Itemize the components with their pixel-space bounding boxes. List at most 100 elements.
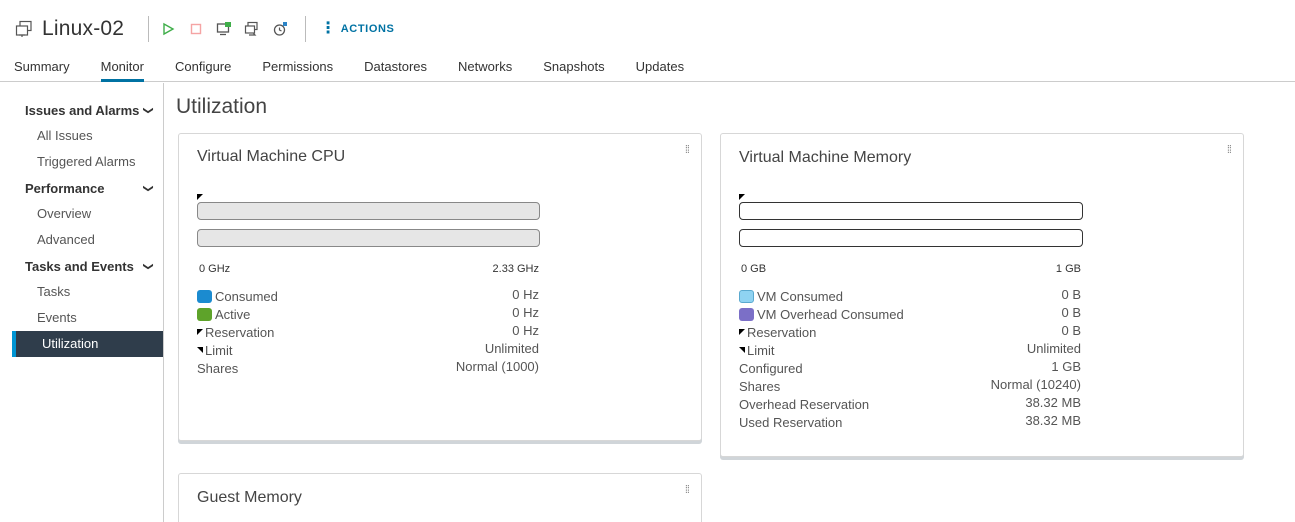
- cpu-card: Virtual Machine CPU ⁞⁞ 0 GHz 2.33 GHz Co…: [178, 133, 702, 441]
- divider: [148, 16, 150, 42]
- drag-handle-icon[interactable]: ⁞⁞: [685, 485, 690, 496]
- row-value: Unlimited: [484, 341, 539, 356]
- reservation-flag-icon: [739, 329, 745, 335]
- legend-row-active: Active 0 Hz: [197, 305, 539, 323]
- row-label: VM Consumed: [757, 288, 843, 304]
- row-value: 1 GB: [1051, 359, 1081, 374]
- row-label: Reservation: [747, 324, 817, 340]
- legend-row-vm-consumed: VM Consumed 0 B: [739, 287, 1081, 305]
- row-label: VM Overhead Consumed: [757, 306, 904, 322]
- chevron-down-icon: ❯: [142, 105, 154, 115]
- vm-icon: [14, 19, 34, 39]
- actions-menu-button[interactable]: ⋮ ACTIONS: [320, 21, 394, 37]
- consumed-swatch-icon: [197, 289, 212, 303]
- axis-min-label: 0 GHz: [199, 263, 231, 275]
- cpu-reservation-bar: [197, 229, 540, 247]
- divider: [305, 16, 307, 42]
- row-value: Unlimited: [1026, 341, 1081, 356]
- sidebar-item-events[interactable]: Events: [0, 305, 163, 331]
- monitor-sidebar: Issues and Alarms ❯ All Issues Triggered…: [0, 83, 164, 522]
- memory-usage-bar: [739, 202, 1083, 220]
- legend-row-overhead-reservation: Overhead Reservation 38.32 MB: [739, 395, 1081, 413]
- row-label: Limit: [205, 342, 233, 358]
- row-label: Shares: [739, 378, 781, 394]
- sidebar-group-tasks-and-events[interactable]: Tasks and Events ❯: [0, 253, 163, 279]
- tab-snapshots[interactable]: Snapshots: [543, 57, 604, 82]
- legend-row-reservation: Reservation 0 B: [739, 323, 1081, 341]
- tab-monitor[interactable]: Monitor: [100, 57, 145, 82]
- tab-networks[interactable]: Networks: [458, 57, 512, 82]
- object-header: Linux-02 ⋮ ACTIONS Summary Monitor Confi…: [0, 0, 1295, 82]
- row-label: Limit: [747, 342, 775, 358]
- tab-configure[interactable]: Configure: [175, 57, 231, 82]
- vm-name: Linux-02: [42, 17, 125, 40]
- legend-row-limit: Limit Unlimited: [197, 341, 539, 359]
- tab-bar: Summary Monitor Configure Permissions Da…: [14, 57, 715, 82]
- chevron-down-icon: ❯: [142, 183, 154, 193]
- power-off-icon[interactable]: [185, 18, 207, 40]
- row-label: Consumed: [215, 288, 278, 304]
- axis-max-label: 1 GB: [1055, 263, 1081, 275]
- sidebar-item-overview[interactable]: Overview: [0, 201, 163, 227]
- reservation-marker-icon: [739, 194, 745, 200]
- row-label: Overhead Reservation: [739, 396, 870, 412]
- guest-memory-card: Guest Memory ⁞⁞: [178, 473, 702, 522]
- migrate-icon[interactable]: [241, 18, 263, 40]
- row-value: 0 Hz: [512, 287, 539, 302]
- row-value: 0 B: [1061, 305, 1081, 320]
- sidebar-item-advanced[interactable]: Advanced: [0, 227, 163, 253]
- row-value: 38.32 MB: [1025, 413, 1081, 428]
- reservation-flag-icon: [197, 329, 203, 335]
- row-label: Reservation: [205, 324, 275, 340]
- tab-permissions[interactable]: Permissions: [262, 57, 333, 82]
- legend-row-limit: Limit Unlimited: [739, 341, 1081, 359]
- row-value: Normal (10240): [990, 377, 1081, 392]
- legend-row-shares: Shares Normal (10240): [739, 377, 1081, 395]
- legend-row-configured: Configured 1 GB: [739, 359, 1081, 377]
- row-label: Used Reservation: [739, 414, 843, 430]
- card-title: Virtual Machine CPU: [197, 148, 346, 165]
- row-label: Configured: [739, 360, 803, 376]
- sidebar-group-label: Tasks and Events: [25, 258, 134, 274]
- legend-row-used-reservation: Used Reservation 38.32 MB: [739, 413, 1081, 431]
- chevron-down-icon: ❯: [142, 261, 154, 271]
- card-title: Guest Memory: [197, 489, 302, 506]
- row-value: 0 Hz: [512, 323, 539, 338]
- row-label: Active: [215, 306, 251, 322]
- axis-max-label: 2.33 GHz: [492, 263, 539, 275]
- tab-summary[interactable]: Summary: [14, 57, 70, 82]
- sidebar-group-performance[interactable]: Performance ❯: [0, 175, 163, 201]
- legend-row-vm-overhead-consumed: VM Overhead Consumed 0 B: [739, 305, 1081, 323]
- memory-card: Virtual Machine Memory ⁞⁞ 0 GB 1 GB VM C…: [720, 133, 1244, 457]
- sidebar-item-triggered-alarms[interactable]: Triggered Alarms: [0, 149, 163, 175]
- memory-reservation-bar: [739, 229, 1083, 247]
- sidebar-item-utilization[interactable]: Utilization: [12, 331, 163, 357]
- legend-row-consumed: Consumed 0 Hz: [197, 287, 539, 305]
- row-value: 0 B: [1061, 323, 1081, 338]
- row-label: Shares: [197, 360, 239, 376]
- snapshot-icon[interactable]: [269, 18, 291, 40]
- launch-console-icon[interactable]: [213, 18, 235, 40]
- row-value: 0 B: [1061, 287, 1081, 302]
- limit-flag-icon: [739, 347, 745, 353]
- card-title: Virtual Machine Memory: [739, 149, 912, 166]
- tab-datastores[interactable]: Datastores: [364, 57, 427, 82]
- drag-handle-icon[interactable]: ⁞⁞: [1227, 145, 1232, 156]
- actions-label: ACTIONS: [340, 23, 395, 35]
- page-title: Utilization: [176, 95, 268, 118]
- row-value: 0 Hz: [512, 305, 539, 320]
- sidebar-group-label: Performance: [25, 180, 105, 196]
- sidebar-group-label: Issues and Alarms: [25, 102, 140, 118]
- tab-updates[interactable]: Updates: [636, 57, 684, 82]
- axis-min-label: 0 GB: [741, 263, 767, 275]
- sidebar-item-tasks[interactable]: Tasks: [0, 279, 163, 305]
- title-bar: Linux-02 ⋮ ACTIONS: [14, 12, 394, 46]
- sidebar-group-issues-and-alarms[interactable]: Issues and Alarms ❯: [0, 97, 163, 123]
- cpu-usage-bar: [197, 202, 540, 220]
- sidebar-item-all-issues[interactable]: All Issues: [0, 123, 163, 149]
- drag-handle-icon[interactable]: ⁞⁞: [685, 145, 690, 156]
- legend-row-reservation: Reservation 0 Hz: [197, 323, 539, 341]
- power-on-icon[interactable]: [157, 18, 179, 40]
- reservation-marker-icon: [197, 194, 203, 200]
- legend-row-shares: Shares Normal (1000): [197, 359, 539, 377]
